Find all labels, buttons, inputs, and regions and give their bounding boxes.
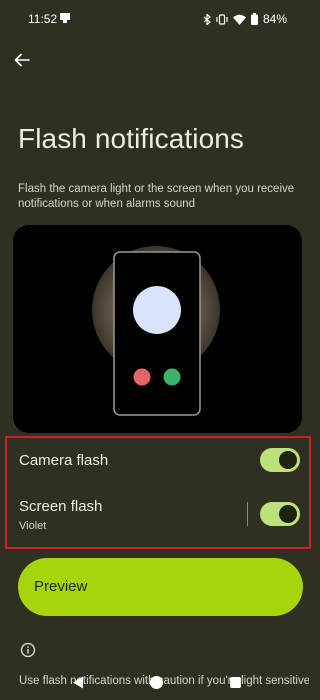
screen-flash-toggle[interactable] <box>260 502 300 526</box>
vibrate-icon <box>216 13 228 25</box>
toggle-knob <box>279 505 297 523</box>
status-icons: 84% <box>203 12 287 26</box>
caution-text: Use flash notifications with caution if … <box>19 675 309 687</box>
bluetooth-icon <box>203 13 211 25</box>
page-description: Flash the camera light or the screen whe… <box>18 183 295 210</box>
flash-notifications-screen: 11:52 84% Flash notifications Flash the … <box>0 0 315 700</box>
decline-button-graphic <box>133 368 151 386</box>
screen-flash-label: Screen flash <box>19 498 103 515</box>
camera-flash-label: Camera flash <box>19 452 109 469</box>
toggle-knob <box>279 451 297 469</box>
preview-button[interactable]: Preview <box>18 558 303 616</box>
back-button[interactable] <box>10 48 34 72</box>
nav-back-icon[interactable] <box>72 676 84 689</box>
page-title: Flash notifications <box>18 123 245 154</box>
status-bar: 11:52 84% <box>0 0 315 38</box>
camera-flash-toggle[interactable] <box>260 448 300 472</box>
battery-icon <box>250 13 258 25</box>
screen-flash-color: Violet <box>19 520 47 532</box>
info-icon <box>20 642 36 658</box>
nav-recents-icon[interactable] <box>230 677 241 688</box>
accept-button-graphic <box>163 368 181 386</box>
vertical-divider <box>247 502 248 526</box>
caller-avatar <box>133 286 181 334</box>
flash-options-group: Camera flash Screen flash Violet <box>5 436 311 549</box>
screen-flash-row[interactable]: Screen flash Violet <box>7 488 309 548</box>
camera-flash-row[interactable]: Camera flash <box>7 438 309 484</box>
phone-flash-illustration <box>92 246 220 416</box>
flash-illustration <box>13 225 302 433</box>
app-notification-icon <box>60 13 70 23</box>
nav-home-icon[interactable] <box>150 676 163 689</box>
preview-label: Preview <box>34 578 88 595</box>
arrow-left-icon <box>14 53 30 67</box>
wifi-icon <box>232 14 246 25</box>
status-time: 11:52 <box>28 12 58 26</box>
battery-percent: 84% <box>262 12 287 26</box>
